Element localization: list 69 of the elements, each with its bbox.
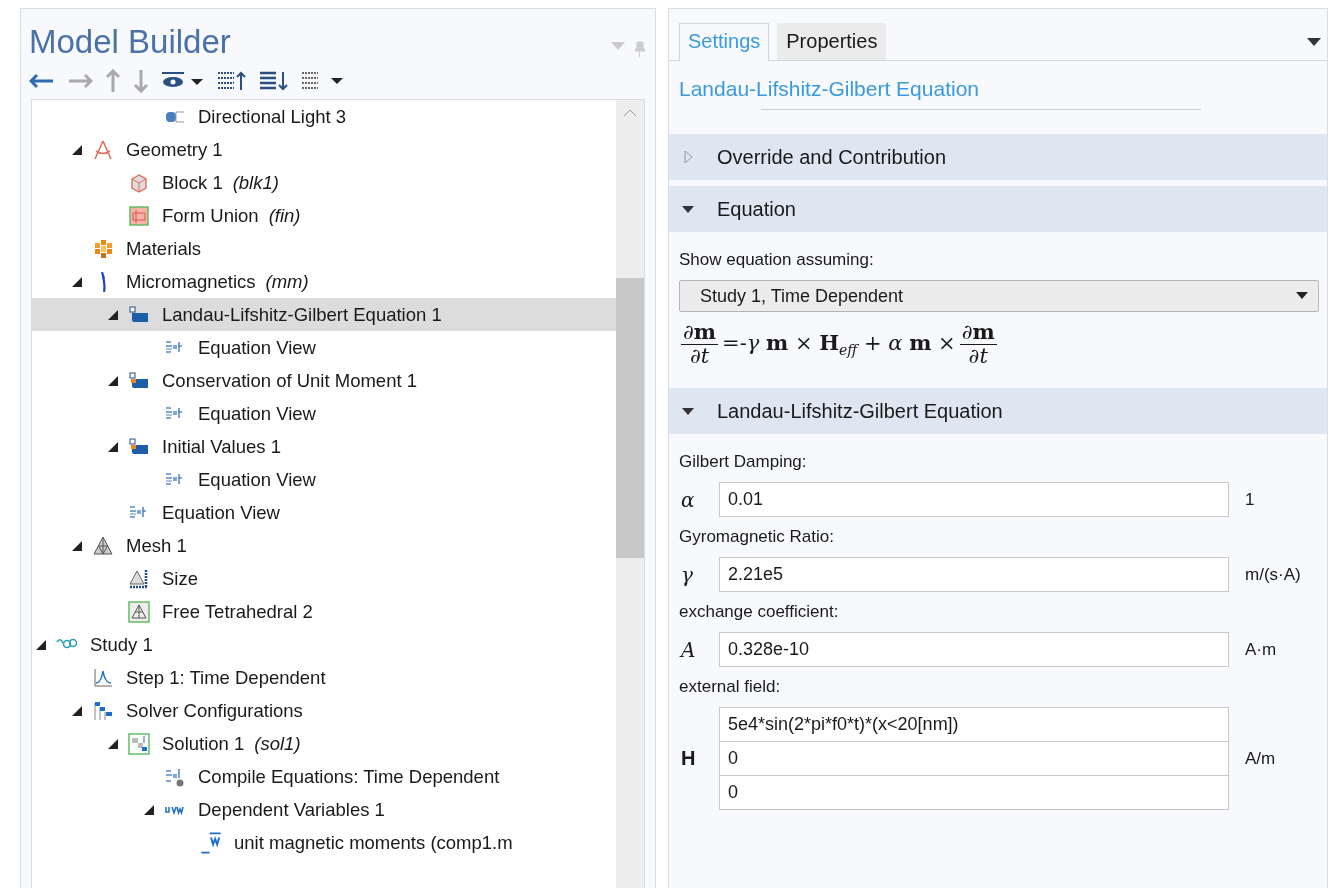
tetrahedron-icon xyxy=(128,600,150,623)
symbol-label: α xyxy=(680,487,696,512)
tree-item[interactable]: Mesh 1 xyxy=(32,529,616,562)
needle-icon xyxy=(99,270,107,293)
unit-label: A/m xyxy=(1244,748,1277,769)
input-field[interactable]: 0 xyxy=(719,741,1229,777)
tree-item[interactable]: Micromagnetics (mm) xyxy=(32,265,616,298)
unit-label: A·m xyxy=(1244,639,1278,660)
input-field[interactable]: 0.01 xyxy=(719,482,1229,518)
tree-item[interactable]: Geometry 1 xyxy=(32,133,616,166)
tree-item[interactable]: Directional Light 3 xyxy=(32,100,616,133)
tree-item[interactable]: Compile Equations: Time Dependent xyxy=(32,760,616,793)
mesh-icon xyxy=(92,534,114,557)
scrollbar-thumb[interactable] xyxy=(616,278,644,558)
cube-icon xyxy=(128,171,150,194)
tree-item[interactable]: Solution 1 (sol1) xyxy=(32,727,616,760)
tree-item[interactable]: Step 1: Time Dependent xyxy=(32,661,616,694)
tree-item[interactable]: Equation View xyxy=(32,496,616,529)
tree-item[interactable]: Equation View xyxy=(32,331,616,364)
tree-item[interactable]: Landau-Lifshitz-Gilbert Equation 1 xyxy=(32,298,616,331)
move-down-list-icon[interactable] xyxy=(259,70,289,92)
field-icon xyxy=(200,831,222,854)
caret-icon xyxy=(1296,292,1308,300)
section-header[interactable]: Override and Contribution xyxy=(669,134,1327,180)
compass-icon xyxy=(92,138,114,161)
back-arrow-icon[interactable] xyxy=(29,73,55,89)
tree-item[interactable]: Study 1 xyxy=(32,628,616,661)
section-header[interactable]: Equation xyxy=(669,186,1327,232)
tree-item[interactable]: Conservation of Unit Moment 1 xyxy=(32,364,616,397)
dropdown-icon[interactable] xyxy=(1307,36,1321,47)
panel-title: Model Builder xyxy=(29,23,231,61)
tree-item[interactable]: unit magnetic moments (comp1.m xyxy=(32,826,616,859)
section-header[interactable]: Landau-Lifshitz-Gilbert Equation xyxy=(669,388,1327,435)
grid-icon xyxy=(92,237,114,260)
tree-item[interactable]: Dependent Variables 1 xyxy=(32,793,616,826)
field-label: Gyromagnetic Ratio: xyxy=(679,526,835,549)
tree-item[interactable]: Size xyxy=(32,562,616,595)
input-field[interactable]: 2.21e5 xyxy=(719,557,1229,593)
solution-icon xyxy=(128,732,150,755)
tree-item[interactable]: Free Tetrahedral 2 xyxy=(32,595,616,628)
tree-item[interactable]: Initial Values 1 xyxy=(32,430,616,463)
settings-title: Landau-Lifshitz-Gilbert Equation xyxy=(678,76,980,101)
field-label: exchange coefficient: xyxy=(679,601,840,624)
solver-icon xyxy=(92,699,114,722)
symbol-label: H xyxy=(680,747,697,771)
tree-item[interactable]: Equation View xyxy=(32,463,616,496)
input-field[interactable]: 5e4*sin(2*pi*f0*t)*(x<20[nm]) xyxy=(719,707,1229,743)
field-label: Gilbert Damping: xyxy=(679,451,808,474)
tree-item[interactable]: Block 1 (blk1) xyxy=(32,166,616,199)
field-label: external field: xyxy=(679,676,782,699)
tree-item[interactable]: Materials xyxy=(32,232,616,265)
scrollbar[interactable] xyxy=(616,100,644,888)
graph-icon xyxy=(92,666,114,689)
field-label: Show equation assuming: xyxy=(679,249,875,271)
study-dropdown[interactable]: Study 1, Time Dependent xyxy=(679,280,1319,312)
union-icon xyxy=(128,204,150,227)
tab[interactable]: Properties xyxy=(777,23,887,60)
input-field[interactable]: 0.328e-10 xyxy=(719,632,1229,668)
input-field[interactable]: 0 xyxy=(719,775,1229,811)
unit-label: 1 xyxy=(1244,489,1256,510)
symbol-label: γ xyxy=(680,562,694,587)
symbol-label: A xyxy=(679,637,697,662)
tree-item[interactable]: Form Union (fin) xyxy=(32,199,616,232)
unit-label: m/(s·A) xyxy=(1244,564,1302,585)
move-up-list-icon[interactable] xyxy=(217,70,247,92)
tree-item[interactable]: Solver Configurations xyxy=(32,694,616,727)
list-dropdown-icon[interactable] xyxy=(301,70,345,92)
size-icon xyxy=(128,567,150,590)
tree-item[interactable]: Equation View xyxy=(32,397,616,430)
